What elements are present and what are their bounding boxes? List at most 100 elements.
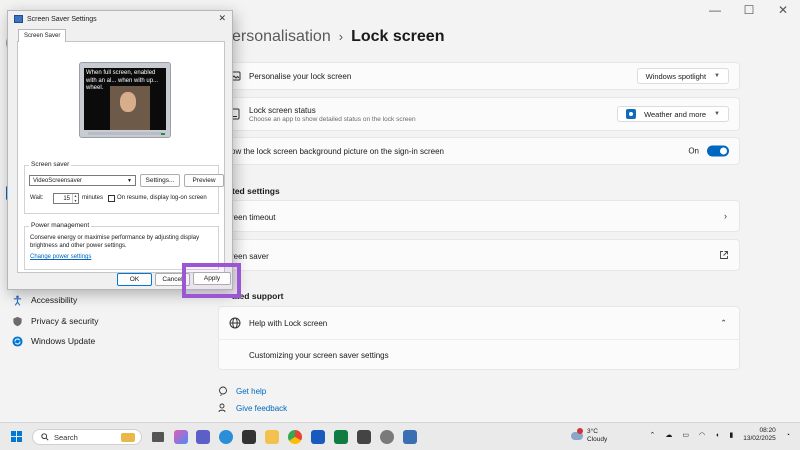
- close-icon[interactable]: ✕: [218, 13, 226, 24]
- preview-monitor: When full screen, enabled with an al... …: [79, 62, 171, 138]
- sidebar-item-label: Windows Update: [31, 336, 96, 346]
- close-icon[interactable]: ✕: [776, 3, 790, 17]
- power-description: Conserve energy or maximise performance …: [30, 235, 200, 249]
- taskbar-search[interactable]: Search: [32, 429, 142, 445]
- taskbar-weather[interactable]: 3°C Cloudy: [571, 428, 607, 444]
- spinner-arrows-icon[interactable]: ▲ ▼: [72, 194, 78, 203]
- battery-icon[interactable]: ▮: [729, 431, 733, 439]
- card-title: reen saver: [231, 252, 269, 261]
- dialog-titlebar: Screen Saver Settings: [14, 15, 97, 23]
- screen-saver-group-label: Screen saver: [29, 161, 72, 168]
- wifi-icon[interactable]: ◠: [699, 431, 705, 439]
- spinner-value: 15: [63, 195, 70, 202]
- minimize-icon[interactable]: —: [708, 3, 722, 17]
- settings-gear-icon[interactable]: [380, 430, 394, 444]
- cloud-tray-icon[interactable]: ☁: [665, 431, 672, 439]
- card-title: Help with Lock screen: [249, 319, 328, 328]
- copilot-icon[interactable]: [174, 430, 188, 444]
- notification-bell-icon[interactable]: ◔: [786, 432, 790, 439]
- breadcrumb-parent[interactable]: ersonalisation: [232, 28, 331, 45]
- search-highlight-icon: [121, 433, 135, 442]
- chevron-up-icon[interactable]: ⌃: [720, 319, 727, 328]
- maximize-icon[interactable]: ☐: [742, 3, 756, 17]
- get-help-link[interactable]: Get help: [218, 386, 266, 396]
- external-link-icon: [720, 251, 728, 259]
- word-icon[interactable]: [311, 430, 325, 444]
- globe-icon: [229, 317, 241, 329]
- sidebar-item-accessibility[interactable]: Accessibility: [12, 292, 77, 308]
- clock-time: 08:20: [759, 427, 776, 434]
- card-title: reen timeout: [231, 213, 276, 222]
- volume-icon[interactable]: ◖: [715, 432, 719, 439]
- wait-minutes-spinner[interactable]: 15 ▲ ▼: [53, 193, 79, 204]
- signin-background-toggle[interactable]: [707, 145, 729, 157]
- screen-saver-card[interactable]: reen saver: [218, 239, 740, 271]
- settings-button[interactable]: Settings...: [140, 174, 180, 187]
- teams-icon[interactable]: [196, 430, 210, 444]
- edge-icon[interactable]: [219, 430, 233, 444]
- chevron-up-icon[interactable]: ⌃: [650, 431, 656, 439]
- alert-badge: [577, 428, 583, 434]
- chevron-right-icon: ›: [724, 211, 727, 221]
- search-placeholder: Search: [54, 432, 78, 442]
- calculator-icon[interactable]: [357, 430, 371, 444]
- dialog-title: Screen Saver Settings: [27, 15, 97, 23]
- file-explorer-icon[interactable]: [265, 430, 279, 444]
- breadcrumb-separator: ›: [338, 29, 344, 44]
- power-management-label: Power management: [29, 222, 92, 229]
- monitor-led: [161, 133, 165, 135]
- windows-start-icon[interactable]: [11, 431, 22, 442]
- dropdown-value: Windows spotlight: [645, 71, 707, 81]
- excel-icon[interactable]: [334, 430, 348, 444]
- wait-label: Wait:: [30, 195, 44, 201]
- personalise-lock-screen-card[interactable]: Personalise your lock screen Windows spo…: [218, 62, 740, 90]
- screen-timeout-card[interactable]: reen timeout ›: [218, 200, 740, 232]
- apply-button[interactable]: Apply: [193, 272, 231, 285]
- select-value: VideoScreensaver: [33, 177, 82, 184]
- related-settings-heading: ted settings: [232, 186, 280, 196]
- toggle-label: On: [688, 146, 699, 156]
- taskbar-clock[interactable]: 08:20 13/02/2025: [743, 427, 776, 443]
- help-lock-screen-card[interactable]: Help with Lock screen ⌃ Customizing your…: [218, 306, 740, 370]
- link-label: Give feedback: [236, 403, 288, 413]
- accessibility-icon: [13, 295, 22, 306]
- preview-face: [120, 92, 136, 112]
- lock-screen-status-card[interactable]: Lock screen status Choose an app to show…: [218, 97, 740, 131]
- tab-screen-saver[interactable]: Screen Saver: [18, 29, 67, 42]
- dropdown-value: Weather and more: [644, 109, 707, 119]
- ok-button[interactable]: OK: [117, 273, 152, 286]
- card-title: ow the lock screen background picture on…: [231, 147, 445, 156]
- screen-saver-app-icon[interactable]: [403, 430, 417, 444]
- screen-saver-dialog: Screen Saver Settings ✕ Screen Saver Whe…: [7, 10, 233, 290]
- sidebar-item-windows-update[interactable]: Windows Update: [12, 333, 95, 349]
- lock-screen-type-dropdown[interactable]: Windows spotlight ▼: [636, 68, 729, 84]
- preview-button[interactable]: Preview: [184, 174, 224, 187]
- screen-saver-select[interactable]: VideoScreensaver ▼: [29, 175, 136, 186]
- change-power-settings-link[interactable]: Change power settings: [30, 254, 91, 260]
- help-icon: [219, 386, 227, 396]
- weather-desc: Cloudy: [587, 436, 608, 443]
- customizing-screen-saver-link[interactable]: Customizing your screen saver settings: [249, 351, 389, 360]
- onedrive-icon[interactable]: ▭: [682, 431, 689, 439]
- preview-screen: When full screen, enabled with an al... …: [84, 68, 166, 130]
- weather-app-icon: [626, 109, 637, 119]
- chrome-icon[interactable]: [288, 430, 302, 444]
- task-view-icon[interactable]: [152, 432, 164, 442]
- resume-logon-checkbox[interactable]: [108, 195, 115, 202]
- give-feedback-link[interactable]: Give feedback: [218, 403, 287, 413]
- monitor-icon: [14, 15, 23, 23]
- chevron-down-icon: ▼: [714, 73, 720, 79]
- screen-saver-panel: When full screen, enabled with an al... …: [17, 41, 225, 273]
- clock-date: 13/02/2025: [743, 435, 776, 442]
- search-icon: [41, 433, 49, 441]
- weather-temp: 3°C: [587, 428, 598, 435]
- sidebar-item-privacy[interactable]: Privacy & security: [12, 313, 99, 329]
- lock-screen-status-dropdown[interactable]: Weather and more ▼: [617, 106, 729, 122]
- page-title: Lock screen: [351, 28, 445, 45]
- card-divider: [219, 339, 739, 340]
- shield-icon: [13, 316, 22, 326]
- link-label: Get help: [236, 386, 267, 396]
- resume-logon-label: On resume, display log-on screen: [117, 195, 207, 201]
- store-icon[interactable]: [242, 430, 256, 444]
- signin-background-card: ow the lock screen background picture on…: [218, 137, 740, 165]
